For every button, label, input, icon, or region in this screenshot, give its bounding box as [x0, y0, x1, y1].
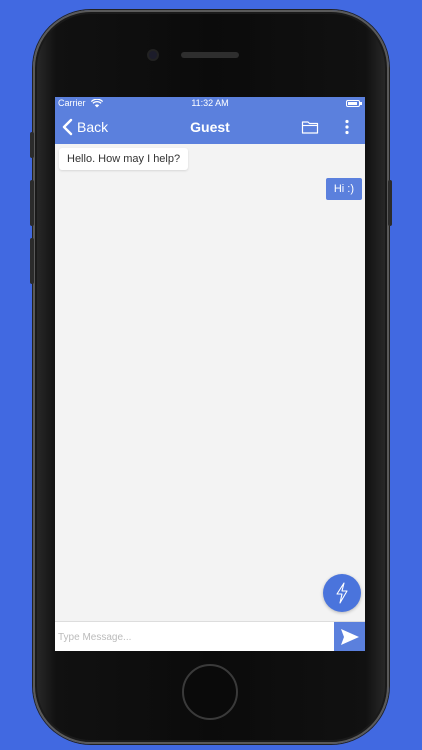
power-button — [388, 180, 392, 226]
more-button[interactable] — [341, 117, 353, 137]
volume-down-button — [30, 238, 34, 284]
mute-switch — [30, 132, 34, 158]
earpiece-speaker — [181, 52, 239, 58]
status-bar: Carrier 11:32 AM — [55, 97, 365, 111]
battery-icon — [346, 100, 362, 107]
navigation-bar: Back Guest — [55, 111, 365, 144]
message-composer — [55, 621, 365, 651]
status-time: 11:32 AM — [191, 98, 229, 108]
volume-up-button — [30, 180, 34, 226]
quick-action-button[interactable] — [323, 574, 361, 612]
folder-icon — [301, 121, 319, 134]
lightning-icon — [336, 582, 348, 604]
send-button[interactable] — [334, 622, 365, 651]
more-vertical-icon — [345, 119, 349, 135]
send-icon — [340, 629, 359, 645]
chevron-left-icon — [62, 118, 73, 136]
front-camera — [147, 49, 159, 61]
message-bubble-incoming: Hello. How may I help? — [59, 148, 189, 170]
message-bubble-outgoing: Hi :) — [325, 178, 362, 200]
chat-messages[interactable]: Hello. How may I help? Hi :) — [55, 144, 365, 618]
message-input[interactable] — [55, 622, 334, 651]
home-button[interactable] — [182, 664, 238, 720]
back-button[interactable]: Back — [61, 116, 108, 138]
back-label: Back — [77, 119, 109, 135]
folder-button[interactable] — [301, 118, 319, 136]
app-screen: Carrier 11:32 AM Back Guest Hello. How m… — [55, 97, 365, 651]
